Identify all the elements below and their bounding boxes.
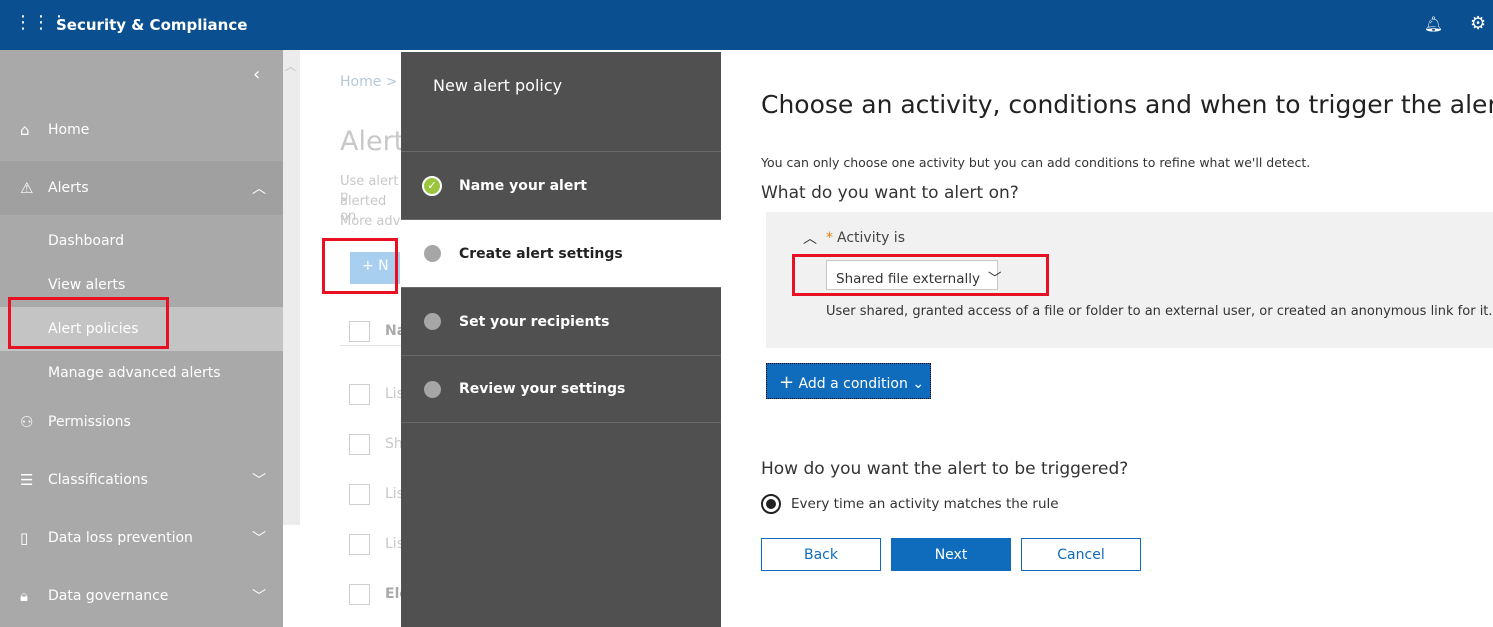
highlight-box xyxy=(792,254,1049,296)
checkbox[interactable] xyxy=(349,534,370,555)
breadcrumb[interactable]: Home > xyxy=(340,74,398,90)
table-row: Ele xyxy=(385,586,401,602)
info-text: You can only choose one activity but you… xyxy=(761,155,1311,170)
step-dot xyxy=(424,380,441,398)
sidebar-sub-manage-advanced-alerts[interactable]: Manage advanced alerts xyxy=(48,365,221,381)
sidebar-sub-view-alerts[interactable]: View alerts xyxy=(48,277,125,293)
top-bar: ⋮⋮⋮ Security & Compliance 🔔︎ ⚙ xyxy=(0,0,1493,50)
add-condition-button[interactable]: + Add a condition ⌄ xyxy=(766,363,931,399)
step-dot xyxy=(424,313,441,330)
checkbox[interactable] xyxy=(349,484,370,505)
sidebar-item-alerts[interactable]: ⚠ Alerts ︿ xyxy=(0,161,283,215)
step-create-alert-settings[interactable]: Create alert settings xyxy=(401,219,721,287)
activity-description: User shared, granted access of a file or… xyxy=(826,304,1493,319)
background-page: ︿ Home > Alert Use alert p alerted on Mo… xyxy=(283,50,401,627)
chevron-down-icon: ⌄ xyxy=(912,376,925,392)
back-button[interactable]: Back xyxy=(761,538,881,571)
gear-icon[interactable]: ⚙ xyxy=(1470,13,1486,34)
activity-label: Activity is xyxy=(837,230,905,246)
sidebar-sub-dashboard[interactable]: Dashboard xyxy=(48,233,124,249)
list-icon: ☰ xyxy=(20,471,34,489)
step-dot xyxy=(424,245,441,262)
question-heading: How do you want the alert to be triggere… xyxy=(761,459,1129,479)
app-title: Security & Compliance xyxy=(56,16,248,34)
highlight-box xyxy=(322,238,398,294)
main-panel: Choose an activity, conditions and when … xyxy=(721,52,1493,627)
table-row: Lis xyxy=(385,536,401,552)
desc-line: More adv xyxy=(340,214,401,229)
bell-icon[interactable]: 🔔︎ xyxy=(1424,15,1443,33)
people-icon: ⚇ xyxy=(20,413,34,431)
radio-label: Every time an activity matches the rule xyxy=(791,496,1059,512)
chevron-down-icon: ﹀ xyxy=(252,589,266,605)
step-name-your-alert[interactable]: ✓ Name your alert xyxy=(401,151,721,219)
warning-icon: ⚠ xyxy=(20,179,34,197)
table-row: Lis xyxy=(385,386,401,402)
sidebar-item-permissions[interactable]: ⚇ Permissions xyxy=(0,397,283,447)
sidebar-item-home[interactable]: ⌂ Home xyxy=(0,105,283,155)
page-heading: Choose an activity, conditions and when … xyxy=(761,90,1493,119)
button-label: Add a condition xyxy=(798,376,908,392)
checkbox[interactable] xyxy=(349,434,370,455)
sidebar-item-classifications[interactable]: ☰ Classifications ﹀ xyxy=(0,455,283,505)
checkbox[interactable] xyxy=(349,384,370,405)
chevron-up-icon[interactable]: ︿ xyxy=(803,228,817,248)
checkbox[interactable] xyxy=(349,584,370,605)
question-heading: What do you want to alert on? xyxy=(761,183,1019,203)
collapse-icon[interactable]: ‹ xyxy=(253,64,260,85)
highlight-box xyxy=(8,297,169,349)
step-set-recipients[interactable]: Set your recipients xyxy=(401,287,721,355)
chevron-up-icon: ︿ xyxy=(252,181,266,197)
document-lock-icon: ▯ xyxy=(20,529,29,547)
check-icon: ✓ xyxy=(422,175,442,196)
page-title: Alert xyxy=(340,126,401,157)
plus-icon: + xyxy=(779,372,795,393)
scrollbar[interactable]: ︿ xyxy=(283,50,300,525)
chevron-down-icon: ﹀ xyxy=(252,531,266,547)
sidebar-item-dlp[interactable]: ▯ Data loss prevention ﹀ xyxy=(0,513,283,563)
step-review-settings[interactable]: Review your settings xyxy=(401,355,721,423)
column-header: Na xyxy=(385,323,401,339)
cancel-button[interactable]: Cancel xyxy=(1021,538,1141,571)
table-row: Lis xyxy=(385,486,401,502)
next-button[interactable]: Next xyxy=(891,538,1011,571)
chevron-down-icon: ﹀ xyxy=(252,473,266,489)
checkbox[interactable] xyxy=(349,321,370,342)
table-row: Sh xyxy=(385,436,401,452)
sidebar-item-data-governance[interactable]: 🔒︎ Data governance ﹀ xyxy=(0,571,283,621)
wizard-nav: New alert policy ✓ Name your alert Create… xyxy=(401,52,721,627)
wizard-title: New alert policy xyxy=(433,76,563,95)
radio-every-time[interactable] xyxy=(761,494,781,514)
required-mark: * xyxy=(826,230,833,246)
lock-icon: 🔒︎ xyxy=(20,587,28,605)
home-icon: ⌂ xyxy=(20,121,30,139)
